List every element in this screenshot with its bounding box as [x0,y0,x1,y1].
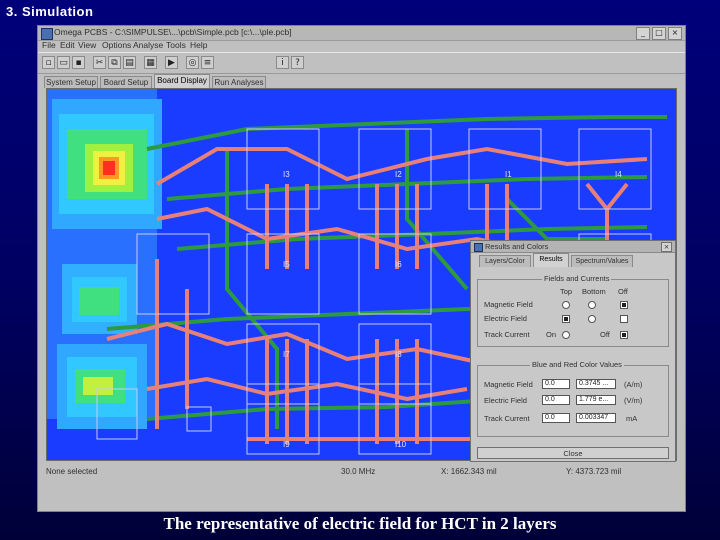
slide-caption: The representative of electric field for… [163,514,557,533]
track-on-radio[interactable] [562,331,570,339]
minimize-button[interactable]: _ [636,27,650,40]
header-top: Top [560,287,573,296]
dialog-titlebar[interactable]: Results and Colors × [471,241,675,253]
electric-blue-input[interactable]: 0.0 [542,395,570,405]
dialog-close-button[interactable]: Close [477,447,669,459]
tab-spectrum-values[interactable]: Spectrum/Values [571,255,633,267]
field-heatmap [47,89,162,429]
magnetic-bottom-radio[interactable] [588,301,596,309]
zoom-icon[interactable]: ◎ [186,56,199,69]
row-label-electric: Electric Field [484,314,527,323]
tab-board-setup[interactable]: Board Setup [100,76,152,88]
maximize-button[interactable]: □ [652,27,666,40]
dialog-title: Results and Colors [485,242,549,251]
tab-results[interactable]: Results [533,253,569,267]
status-y: Y: 4373.723 mil [566,467,622,476]
status-x: X: 1662.343 mil [441,467,497,476]
layers-icon[interactable]: ≡ [201,56,214,69]
blue-row-label-electric: Electric Field [484,396,527,405]
toolbar: ▫ ▭ ▪ ✂ ⧉ ▤ ▦ ▶ ◎ ≡ i ? [38,52,685,74]
electric-red-input[interactable]: 1.779 e... [576,395,616,405]
header-bottom: Bottom [582,287,606,296]
print-icon[interactable]: ▦ [144,56,157,69]
magnetic-unit: (A/m) [624,380,643,389]
track-off-label: Off [600,330,610,339]
menu-file[interactable]: File [42,40,56,50]
dialog-close-icon[interactable]: × [661,242,672,252]
electric-off-check[interactable] [620,315,628,323]
track-unit: mA [626,414,638,423]
magnetic-top-radio[interactable] [562,301,570,309]
paste-icon[interactable]: ▤ [123,56,136,69]
ic-label: I9 [283,440,290,449]
track-blue-input[interactable]: 0.0 [542,413,570,423]
menu-edit[interactable]: Edit [60,40,75,50]
magnetic-blue-input[interactable]: 0.0 [542,379,570,389]
track-off-check[interactable] [620,331,628,339]
window-title: Omega PCBS - C:\SIMPULSE\...\pcb\Simple.… [54,27,292,37]
ic-label: I8 [395,350,402,359]
row-label-track: Track Current [484,330,530,339]
ic-label: I10 [395,440,407,449]
tab-system-setup[interactable]: System Setup [44,76,98,88]
fields-currents-group: Fields and Currents Top Bottom Off Magne… [477,274,669,347]
menu-view[interactable]: View [78,40,96,50]
status-frequency: 30.0 MHz [341,467,376,476]
app-icon [41,28,53,40]
ic-label: I2 [395,170,402,179]
copy-icon[interactable]: ⧉ [108,56,121,69]
menu-options[interactable]: Options [102,40,131,50]
results-colors-dialog: Results and Colors × Layers/Color Result… [470,240,676,462]
run-icon[interactable]: ▶ [165,56,178,69]
window-titlebar[interactable]: Omega PCBS - C:\SIMPULSE\...\pcb\Simple.… [38,26,685,41]
blue-red-label: Blue and Red Color Values [530,360,624,369]
ic-label: I5 [283,260,290,269]
open-icon[interactable]: ▭ [57,56,70,69]
new-icon[interactable]: ▫ [42,56,55,69]
status-bar: None selected 30.0 MHz X: 1662.343 mil Y… [46,467,677,479]
tab-layers-color[interactable]: Layers/Color [479,255,531,267]
ic-label: I4 [615,170,622,179]
ic-label: I1 [505,170,512,179]
header-off: Off [618,287,628,296]
electric-unit: (V/m) [624,396,643,405]
track-on-label: On [546,330,557,339]
blue-row-label-track: Track Current [484,414,530,423]
status-selection: None selected [46,467,98,476]
blue-row-label-magnetic: Magnetic Field [484,380,533,389]
menu-analyse[interactable]: Analyse [133,40,163,50]
menu-bar: File Edit View Options Analyse Tools Hel… [38,40,685,52]
cut-icon[interactable]: ✂ [93,56,106,69]
tab-run-analyses[interactable]: Run Analyses [212,76,266,88]
fields-currents-label: Fields and Currents [542,274,612,283]
dialog-icon [474,243,483,252]
track-red-input[interactable]: 0.003347 [576,413,616,423]
ic-label: I3 [283,170,290,179]
blue-red-group: Blue and Red Color Values Magnetic Field… [477,360,669,437]
electric-top-check[interactable] [562,315,570,323]
magnetic-off-check[interactable] [620,301,628,309]
close-window-button[interactable]: × [668,27,682,40]
save-icon[interactable]: ▪ [72,56,85,69]
magnetic-red-input[interactable]: 0.3745 ... [576,379,616,389]
slide-title: 3. Simulation [6,4,94,19]
info-icon[interactable]: i [276,56,289,69]
ic-label: I7 [283,350,290,359]
menu-help[interactable]: Help [190,40,207,50]
electric-bottom-radio[interactable] [588,315,596,323]
menu-tools[interactable]: Tools [166,40,186,50]
ic-label: I6 [395,260,402,269]
row-label-magnetic: Magnetic Field [484,300,533,309]
help-icon[interactable]: ? [291,56,304,69]
tab-board-display[interactable]: Board Display [154,74,210,88]
